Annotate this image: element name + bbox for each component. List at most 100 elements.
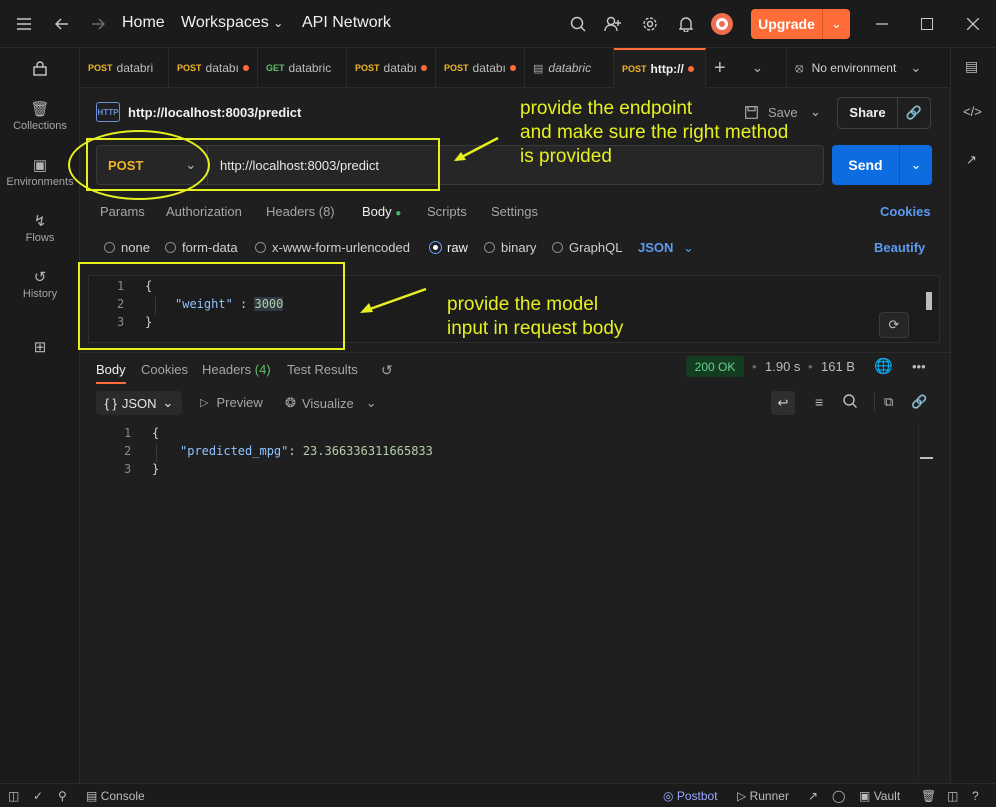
link-icon[interactable]: 🔗 [898,105,930,121]
find-icon[interactable]: ⚲ [58,789,67,803]
radio-none[interactable]: none [104,240,150,255]
tab-response-headers[interactable]: Headers (4) [202,362,271,377]
status-badge[interactable]: 200 OK [686,356,744,377]
nav-workspaces[interactable]: Workspaces ⌄ [181,14,283,32]
cookies-link[interactable]: Cookies [880,204,931,219]
tab-headers[interactable]: Headers (8) [266,204,335,219]
close-icon[interactable] [961,0,985,48]
forward-arrow-icon[interactable] [86,0,110,48]
request-tab[interactable]: POST databı [347,48,436,88]
tab-response-cookies[interactable]: Cookies [141,362,188,377]
invite-user-icon[interactable] [601,0,625,48]
format-label: JSON [121,395,157,411]
tab-params[interactable]: Params [100,204,145,219]
no-environment-icon: ⦻ [795,60,804,75]
capture-icon[interactable]: ↗ [808,789,818,803]
upgrade-button[interactable]: Upgrade ⌄ [751,9,850,39]
code-icon[interactable]: </> [963,104,982,119]
radio-label: raw [447,240,468,255]
tab-body-label: Body [362,204,392,219]
radio-graphql[interactable]: GraphQL [552,240,622,255]
nav-home[interactable]: Home [122,14,165,32]
radio-circle [104,242,115,253]
radio-form-data[interactable]: form-data [165,240,238,255]
preview-button[interactable]: ▷ Preview [200,395,263,410]
sidebar-item-collections[interactable]: 🗑 Collections [0,100,80,132]
help-icon[interactable]: ? [972,789,979,803]
save-options-chevron-icon[interactable]: ⌄ [810,104,821,120]
response-format-select[interactable]: { } JSON ⌄ [96,391,182,415]
notification-bell-icon[interactable] [674,0,698,48]
new-tab-plus-icon[interactable]: + [714,57,726,80]
radio-binary[interactable]: binary [484,240,536,255]
chevron-down-icon: ⌄ [365,395,377,410]
visualize-button[interactable]: ❂ Visualize ⌄ [285,395,377,411]
line-number: 3 [124,462,132,476]
share-button[interactable]: Share 🔗 [837,97,931,129]
link-icon[interactable]: 🔗 [911,394,927,410]
layout-icon[interactable]: ◫ [947,789,958,803]
filter-icon[interactable]: ≡ [815,394,823,410]
request-title[interactable]: http://localhost:8003/predict [128,105,301,120]
related-collections-icon[interactable]: ↗ [966,152,977,168]
toggle-sidebar-icon[interactable]: ◫ [8,789,19,803]
environment-quick-look-icon[interactable]: ▤ [965,58,978,75]
search-icon[interactable] [566,0,590,48]
postbot-button[interactable]: ◎ Postbot [663,789,718,803]
request-tab[interactable]: ▤ databric [525,48,614,88]
cookies-icon[interactable]: ◯ [832,789,845,803]
tab-scripts[interactable]: Scripts [427,204,467,219]
online-status-icon[interactable]: ✓ [33,789,43,803]
request-tab[interactable]: POST databri [80,48,169,88]
vault-button[interactable]: ▣ Vault [859,789,900,803]
more-options-icon[interactable]: ••• [912,359,926,374]
response-body-viewer[interactable]: 1 2 3 { "predicted_mpg": 23.366336311665… [96,424,936,484]
chevron-down-icon[interactable]: ⌄ [823,9,850,39]
send-button[interactable]: Send ⌄ [832,145,932,185]
trash-icon[interactable]: 🗑 [921,789,936,803]
send-options-chevron-icon[interactable]: ⌄ [900,145,932,185]
sidebar-item-flows[interactable]: ↯ Flows [0,212,80,244]
search-icon[interactable] [842,393,858,412]
request-tab[interactable]: GET databric [258,48,347,88]
runner-label: Runner [749,789,789,803]
method-label: GET [266,63,285,73]
radio-urlencoded[interactable]: x-www-form-urlencoded [255,240,410,255]
tab-settings[interactable]: Settings [491,204,538,219]
add-modules-icon[interactable]: ⊞ [0,338,80,358]
body-format-select[interactable]: JSON ⌄ [638,240,694,256]
braces-icon: { } [104,395,117,411]
sidebar-item-history[interactable]: ↺ History [0,268,80,300]
network-globe-icon[interactable]: 🌐 [874,357,893,375]
avatar[interactable] [708,0,736,48]
settings-gear-icon[interactable] [638,0,662,48]
hamburger-menu-icon[interactable] [10,0,38,48]
console-button[interactable]: ▤ Console [86,789,145,803]
beautify-link[interactable]: Beautify [874,240,925,255]
tab-body[interactable]: Body ● [362,204,401,219]
lock-icon[interactable] [0,56,80,79]
tab-authorization[interactable]: Authorization [166,204,242,219]
runner-button[interactable]: ▷ Runner [737,789,789,803]
response-history-icon[interactable]: ↺ [381,362,393,379]
request-tab[interactable]: POST databı [169,48,258,88]
back-arrow-icon[interactable] [50,0,74,48]
minimize-icon[interactable] [870,0,894,48]
maximize-icon[interactable] [915,0,939,48]
response-time[interactable]: 1.90 s [765,359,800,374]
request-tab-active[interactable]: POST http:// [614,48,706,88]
tab-response-body[interactable]: Body [96,362,126,384]
tab-test-results[interactable]: Test Results [287,362,358,377]
radio-raw[interactable]: raw [429,240,468,255]
wrap-lines-icon[interactable]: ↩ [771,391,795,415]
ai-assist-icon[interactable]: ⟳ [879,312,909,338]
copy-icon[interactable]: ⧉ [884,394,893,410]
tabs-overflow-chevron-icon[interactable]: ⌄ [752,60,763,76]
method-label: POST [177,63,202,73]
request-tab[interactable]: POST databı [436,48,525,88]
response-scrollbar[interactable] [918,424,933,779]
environment-selector[interactable]: ⦻ No environment ⌄ [786,48,950,88]
nav-api-network[interactable]: API Network [302,14,391,32]
editor-scrollbar[interactable] [926,292,932,310]
response-size[interactable]: 161 B [821,359,855,374]
